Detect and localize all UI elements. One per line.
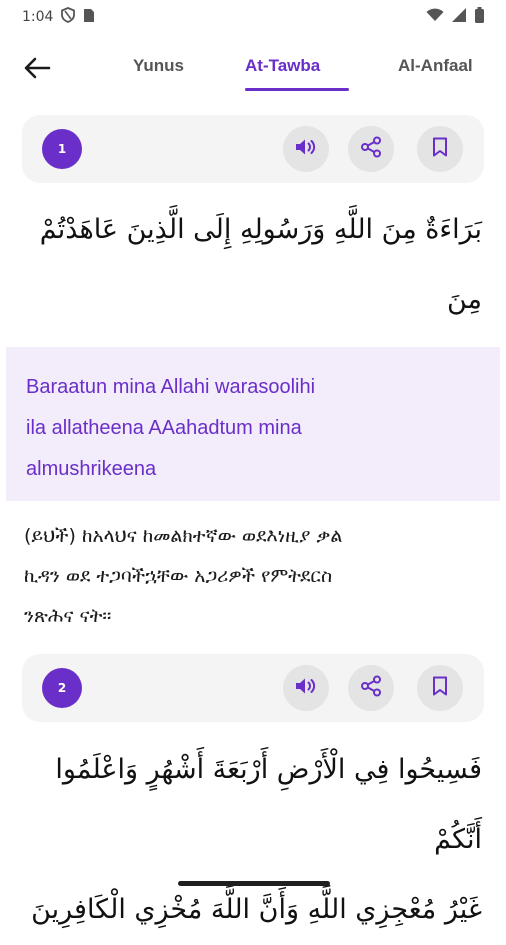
translation-line: ንጽሕና ናት፡፡ (24, 605, 112, 627)
share-button[interactable] (348, 665, 394, 711)
wifi-icon (426, 8, 444, 26)
bookmark-button[interactable] (417, 665, 463, 711)
translation-line: (ይህች) ከአላህና ከመልክተኛው ወደእነዚያ ቃል (24, 525, 343, 547)
signal-icon (452, 8, 467, 26)
bookmark-icon (432, 676, 448, 700)
verse-2-arabic: فَسِيحُوا فِي الْأَرْضِ أَرْبَعَةَ أَشْه… (22, 735, 482, 945)
transliteration-box: Baraatun mina Allahi warasoolihi ila all… (6, 347, 500, 501)
verse-header-2: 2 (22, 654, 484, 722)
play-audio-button[interactable] (283, 665, 329, 711)
home-indicator[interactable] (178, 881, 330, 886)
transliteration-line: Baraatun mina Allahi warasoolihi (26, 376, 316, 398)
arabic-line: بَرَاءَةٌ مِنَ اللَّهِ وَرَسُولِهِ إِلَى… (39, 214, 482, 315)
transliteration-line: almushrikeena (26, 458, 157, 480)
tab-at-tawba[interactable]: At-Tawba (245, 56, 320, 76)
verse-1-transliteration: Baraatun mina Allahi warasoolihi ila all… (26, 367, 486, 490)
share-button[interactable] (348, 126, 394, 172)
tab-al-anfaal[interactable]: Al-Anfaal (398, 56, 473, 76)
sim-card-icon (83, 8, 95, 27)
transliteration-line: ila allatheena AAahadtum mina (26, 417, 302, 439)
status-left: 1:04 (22, 7, 95, 27)
arrow-back-icon (23, 57, 51, 83)
play-audio-button[interactable] (283, 126, 329, 172)
share-icon (360, 136, 382, 162)
verse-number-badge: 2 (42, 668, 82, 708)
verse-header-1: 1 (22, 115, 484, 183)
volume-icon (295, 676, 317, 700)
verse-number-badge: 1 (42, 129, 82, 169)
bookmark-icon (432, 137, 448, 161)
active-tab-indicator (245, 88, 349, 91)
shield-icon (61, 7, 76, 27)
volume-icon (295, 137, 317, 161)
arabic-line: فَسِيحُوا فِي الْأَرْضِ أَرْبَعَةَ أَشْه… (55, 754, 482, 855)
status-bar: 1:04 (0, 0, 506, 34)
verse-1-translation: (ይህች) ከአላህና ከመልክተኛው ወደእነዚያ ቃል ኪዳን ወደ ተጋባ… (24, 516, 464, 636)
tab-yunus[interactable]: Yunus (133, 56, 184, 76)
translation-line: ኪዳን ወደ ተጋባችኋቸው አጋሪዎች የምትደርስ (24, 565, 333, 587)
share-icon (360, 675, 382, 701)
status-right (426, 7, 484, 27)
back-button[interactable] (20, 54, 54, 86)
status-time: 1:04 (22, 9, 54, 25)
bookmark-button[interactable] (417, 126, 463, 172)
battery-icon (475, 7, 484, 27)
app-bar: Yunus At-Tawba Al-Anfaal (0, 40, 506, 100)
